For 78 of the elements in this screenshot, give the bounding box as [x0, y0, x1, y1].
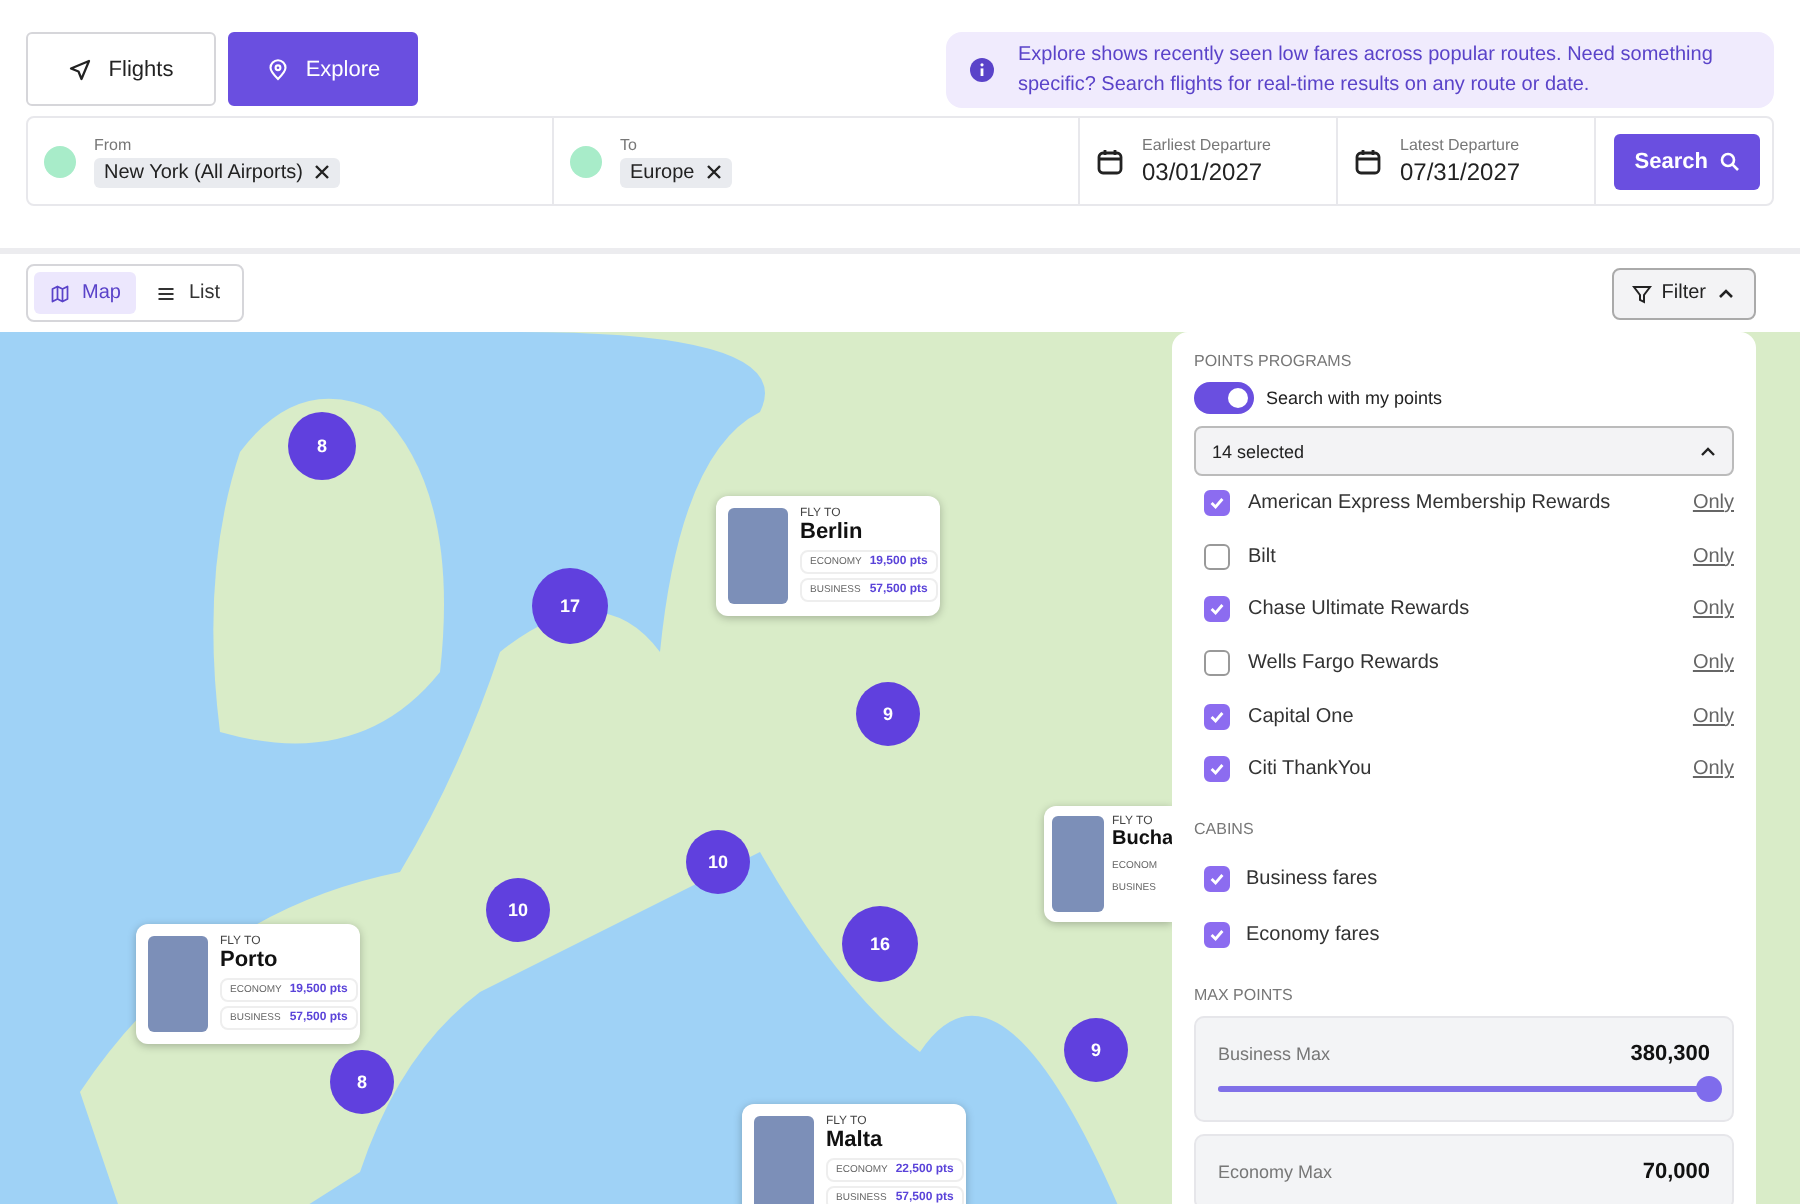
city-name: Malta	[826, 1128, 885, 1152]
chip-label: New York (All Airports)	[104, 161, 303, 183]
check-icon	[1208, 925, 1226, 944]
mode-tab[interactable]: Explore	[228, 32, 418, 106]
check-icon	[1208, 760, 1226, 779]
remove-icon[interactable]	[314, 164, 331, 180]
paper-plane-icon	[68, 57, 93, 81]
field-label: From	[94, 135, 134, 153]
checkbox[interactable]	[1204, 865, 1230, 892]
section-heading: POINTS PROGRAMS	[1194, 352, 1354, 370]
section-heading: CABINS	[1194, 820, 1256, 839]
photo-placeholder	[148, 936, 208, 1032]
field-label: To	[620, 135, 639, 153]
checkbox[interactable]	[1204, 703, 1230, 730]
program-label: Bilt	[1248, 545, 1278, 568]
section-heading: MAX POINTS	[1194, 986, 1295, 1005]
program-label: Capital One	[1248, 705, 1356, 728]
programs-dropdown[interactable]: 14 selected	[1194, 426, 1734, 476]
location-chip[interactable]: Europe	[620, 157, 733, 187]
mode-tab[interactable]: Flights	[26, 32, 216, 106]
location-dot	[570, 145, 602, 177]
calendar-icon	[1354, 147, 1382, 175]
cluster-marker[interactable]: 17	[532, 568, 608, 644]
field-label: Latest Departure	[1400, 136, 1521, 154]
calendar-icon	[1096, 147, 1124, 175]
search-button[interactable]: Search	[1614, 133, 1760, 189]
view-tab[interactable]: Map	[34, 272, 137, 314]
checkbox[interactable]	[1204, 756, 1230, 783]
program-label: Wells Fargo Rewards	[1248, 651, 1441, 674]
slider-thumb[interactable]	[1696, 1076, 1722, 1103]
only-link[interactable]: Only	[1692, 491, 1734, 514]
date-value[interactable]: 07/31/2027	[1400, 158, 1521, 186]
only-link[interactable]: Only	[1692, 705, 1734, 728]
photo-placeholder	[728, 508, 788, 604]
check-icon	[1208, 869, 1226, 888]
toggle-switch[interactable]	[1194, 382, 1254, 414]
checkbox[interactable]	[1204, 543, 1230, 570]
info-text: Explore shows recently seen low fares across popular routes. Need something specific? Search flights for real-time results on any route or date.	[1018, 41, 1715, 99]
only-link[interactable]: Only	[1692, 758, 1734, 781]
check-icon	[1208, 600, 1226, 619]
checkbox[interactable]	[1204, 921, 1230, 948]
check-icon	[1208, 707, 1226, 726]
location-dot	[44, 145, 76, 177]
list-icon	[156, 283, 177, 303]
only-link[interactable]: Only	[1692, 545, 1734, 568]
search-icon	[1720, 151, 1740, 171]
funnel-icon	[1631, 283, 1652, 303]
only-link[interactable]: Only	[1692, 598, 1734, 621]
slider-value: 70,000	[1642, 1160, 1710, 1185]
program-label: Citi ThankYou	[1248, 758, 1374, 781]
view-tab[interactable]: List	[140, 272, 237, 314]
cabin-label: Business fares	[1246, 867, 1380, 890]
pin-icon	[265, 57, 290, 81]
check-icon	[1208, 493, 1226, 512]
program-label: Chase Ultimate Rewards	[1248, 598, 1472, 621]
photo-placeholder	[1052, 816, 1104, 912]
date-value[interactable]: 03/01/2027	[1142, 158, 1271, 186]
remove-icon[interactable]	[706, 164, 723, 180]
program-label: American Express Membership Rewards	[1248, 491, 1613, 514]
checkbox[interactable]	[1204, 489, 1230, 516]
map-icon	[50, 283, 70, 303]
chevron-icon	[1700, 443, 1716, 459]
info-icon	[970, 57, 994, 81]
location-chip[interactable]: New York (All Airports)	[94, 157, 341, 187]
slider-value: 380,300	[1630, 1042, 1710, 1067]
city-name: Porto	[220, 948, 280, 972]
field-label: Earliest Departure	[1142, 136, 1271, 154]
checkbox[interactable]	[1204, 649, 1230, 676]
photo-placeholder	[754, 1116, 814, 1204]
cabin-label: Economy fares	[1246, 923, 1382, 946]
filter-button[interactable]: Filter	[1611, 267, 1756, 319]
only-link[interactable]: Only	[1692, 651, 1734, 674]
slider-label: Business Max	[1218, 1044, 1331, 1065]
slider-label: Economy Max	[1218, 1162, 1333, 1183]
checkbox[interactable]	[1204, 596, 1230, 623]
city-name: Berlin	[800, 520, 865, 544]
chip-label: Europe	[630, 161, 695, 183]
toggle-label: Search with my points	[1266, 388, 1443, 408]
